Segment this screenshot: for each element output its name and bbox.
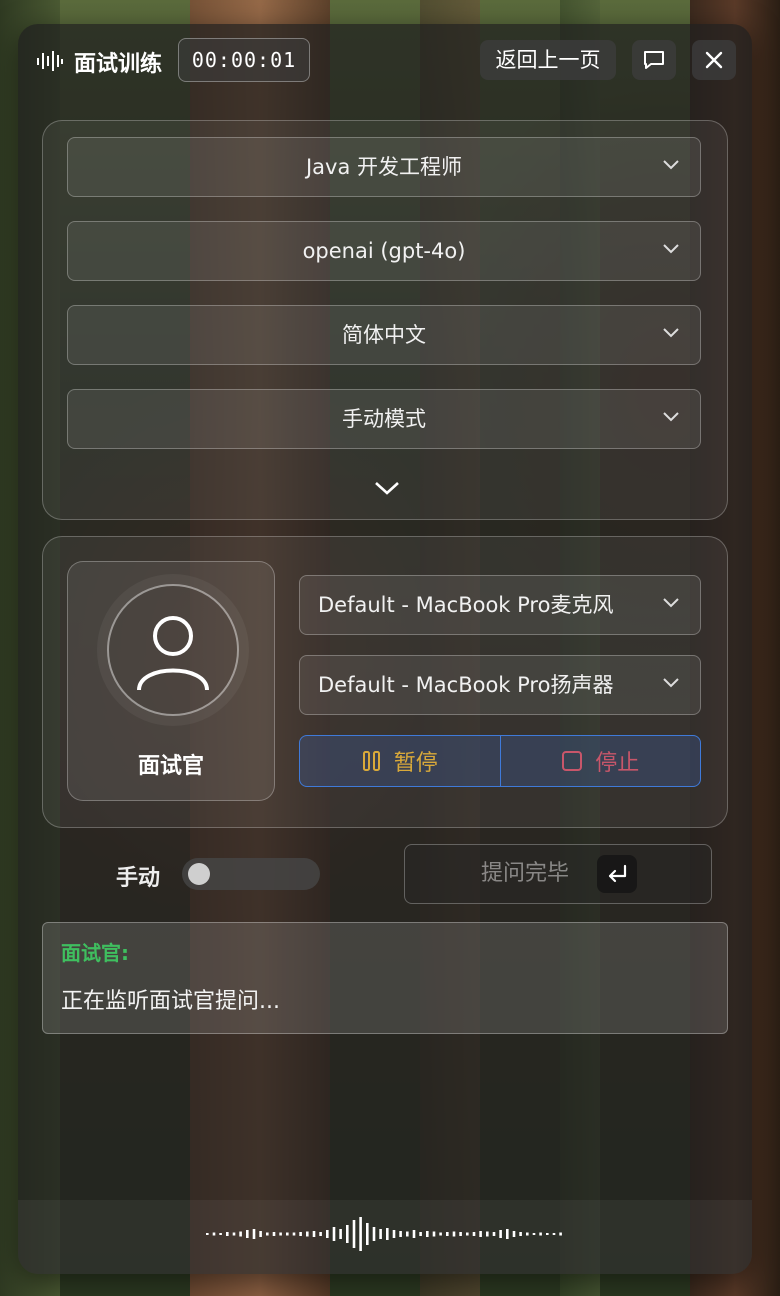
chevron-down-icon [663,678,679,688]
enter-icon [608,864,627,883]
transcript-speaker: 面试官: [61,941,129,965]
interviewer-label: 面试官 [137,754,204,779]
pause-icon [362,751,380,771]
app-title: 面试训练 [74,52,163,77]
interviewer-card: 面试官 [67,561,275,801]
manual-mode-label: 手动 [116,866,161,891]
expand-more-chevron-icon[interactable] [373,479,401,497]
question-done-button[interactable]: 提问完毕 [404,844,712,904]
mode-select-value: 手动模式 [342,407,426,431]
speaker-select-value: Default - MacBook Pro扬声器 [318,673,614,697]
device-panel: 面试官 Default - MacBook Pro麦克风 Default - M… [42,536,728,828]
language-select-value: 简体中文 [342,323,426,347]
toggle-knob [188,863,210,885]
user-icon [137,616,209,691]
interview-window: 面试训练 00:00:01 返回上一页 Java 开发工程师 openai (g… [18,24,752,1274]
chevron-down-icon [663,244,679,254]
interview-settings-panel: Java 开发工程师 openai (gpt-4o) 简体中文 手动模式 [42,120,728,520]
model-select[interactable]: openai (gpt-4o) [67,221,701,281]
microphone-select[interactable]: Default - MacBook Pro麦克风 [299,575,701,635]
chat-button[interactable] [632,40,676,80]
microphone-select-value: Default - MacBook Pro麦克风 [318,593,614,617]
chat-icon [644,51,664,69]
back-button[interactable]: 返回上一页 [480,40,616,80]
chevron-down-icon [663,598,679,608]
close-button[interactable] [692,40,736,80]
pause-button[interactable]: 暂停 [300,736,501,786]
header: 面试训练 00:00:01 返回上一页 [18,24,752,98]
question-done-label: 提问完毕 [481,861,570,886]
chevron-down-icon [663,160,679,170]
close-icon [705,51,723,69]
manual-mode-toggle[interactable] [182,858,320,890]
recording-controls: 暂停 停止 [299,735,701,787]
mode-select[interactable]: 手动模式 [67,389,701,449]
stop-button[interactable]: 停止 [501,736,701,786]
chevron-down-icon [663,412,679,422]
avatar [107,584,239,716]
audio-waveform-icon [206,1217,562,1251]
chevron-down-icon [663,328,679,338]
position-select[interactable]: Java 开发工程师 [67,137,701,197]
enter-key-badge [597,855,637,893]
pause-label: 暂停 [393,751,438,776]
stop-label: 停止 [595,751,640,776]
speaker-select[interactable]: Default - MacBook Pro扬声器 [299,655,701,715]
stop-icon [562,751,583,771]
elapsed-timer: 00:00:01 [178,38,310,82]
audio-waveform-bar [18,1200,752,1274]
transcript-box: 面试官: 正在监听面试官提问... [42,922,728,1034]
transcript-text: 正在监听面试官提问... [61,989,280,1014]
language-select[interactable]: 简体中文 [67,305,701,365]
position-select-value: Java 开发工程师 [305,155,463,179]
waveform-logo-icon [37,51,63,71]
model-select-value: openai (gpt-4o) [302,239,466,263]
